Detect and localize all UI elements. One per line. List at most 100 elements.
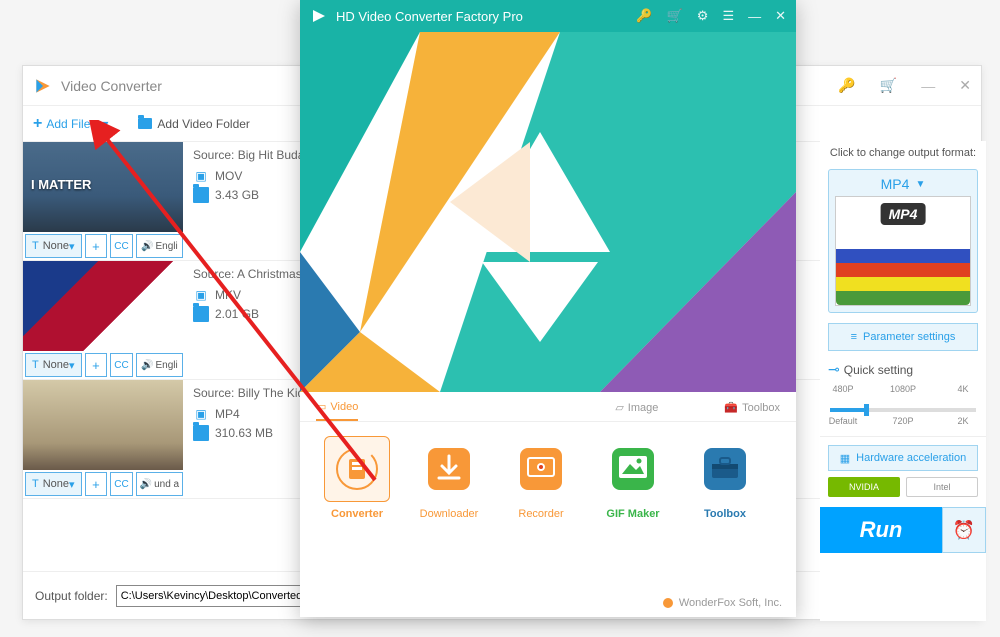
format-badge: MP4 [881, 203, 926, 225]
output-folder-input[interactable] [116, 585, 316, 607]
video-thumbnail[interactable] [23, 380, 183, 470]
list-icon[interactable]: ☰ [722, 8, 734, 24]
size-value: 310.63 MB [215, 426, 273, 440]
track-value: None [43, 359, 69, 371]
image-icon: ▱ [615, 401, 623, 414]
tile-gifmaker[interactable]: GIF Maker [592, 436, 674, 520]
format-preview-image: MP4 [835, 196, 971, 306]
format-icon: ▣ [193, 168, 209, 184]
add-track-button[interactable]: + [85, 472, 108, 496]
add-track-button[interactable]: + [85, 353, 108, 377]
audio-label: und a [154, 479, 179, 490]
nvidia-badge[interactable]: NVIDIA [828, 477, 900, 497]
tab-label: Toolbox [742, 402, 780, 414]
parameter-settings-button[interactable]: ≡ Parameter settings [828, 323, 978, 351]
audio-select[interactable]: 🔊Engli [136, 234, 183, 258]
chip-icon: ▦ [840, 452, 850, 465]
tile-label: Converter [316, 508, 398, 520]
resolution-slider[interactable] [830, 408, 976, 412]
param-label: Parameter settings [863, 331, 955, 343]
output-format-card[interactable]: MP4▼ MP4 [828, 169, 978, 313]
add-folder-label: Add Video Folder [157, 117, 250, 131]
tab-label: Video [330, 401, 358, 413]
size-icon [193, 187, 209, 203]
tab-video[interactable]: ▭ Video [316, 400, 358, 421]
key-icon[interactable]: 🔑 [636, 8, 652, 24]
run-button[interactable]: Run [820, 507, 942, 553]
size-icon [193, 425, 209, 441]
bullet-icon: ⊸ [828, 361, 840, 378]
alarm-button[interactable]: ⏰ [942, 507, 986, 553]
thumb-overlay-text: I MATTER [31, 177, 91, 192]
add-files-button[interactable]: + Add Files [33, 115, 96, 133]
video-thumbnail[interactable]: I MATTER [23, 142, 183, 232]
cc-button[interactable]: CC [110, 472, 133, 496]
launcher-window: HD Video Converter Factory Pro 🔑 🛒 ⚙ ☰ —… [300, 0, 796, 617]
gear-icon[interactable]: ⚙ [697, 8, 709, 24]
track-select[interactable]: T None ▾ [25, 472, 82, 496]
track-value: None [43, 240, 69, 252]
audio-label: Engli [155, 241, 177, 252]
format-label: MP4 [881, 176, 910, 192]
output-folder-label: Output folder: [35, 589, 108, 603]
quick-setting: ⊸Quick setting 480P 1080P 4K Default 720… [820, 361, 986, 437]
front-footer: WonderFox Soft, Inc. [662, 597, 782, 609]
tile-downloader[interactable]: Downloader [408, 436, 490, 520]
launcher-tiles: Converter Downloader Recorder GIF Maker … [300, 422, 796, 524]
track-select[interactable]: T None ▾ [25, 353, 82, 377]
plus-icon: + [33, 115, 42, 133]
quick-setting-label: Quick setting [844, 363, 913, 377]
tab-toolbox[interactable]: 🧰 Toolbox [724, 400, 780, 421]
audio-label: Engli [155, 360, 177, 371]
tile-label: Toolbox [684, 508, 766, 520]
add-video-folder-button[interactable]: Add Video Folder [138, 117, 250, 131]
audio-select[interactable]: 🔊und a [136, 472, 183, 496]
cart-icon[interactable]: 🛒 [880, 77, 897, 94]
cart-icon[interactable]: 🛒 [667, 8, 683, 24]
res-mark: 720P [888, 416, 918, 426]
tile-label: Recorder [500, 508, 582, 520]
hardware-acceleration-button[interactable]: ▦ Hardware acceleration [828, 445, 978, 471]
cc-button[interactable]: CC [110, 353, 133, 377]
res-mark: 1080P [888, 384, 918, 394]
output-format-title[interactable]: Click to change output format: [820, 141, 986, 165]
tab-image[interactable]: ▱Image [615, 400, 658, 421]
folder-icon [138, 118, 152, 129]
add-files-label: Add Files [46, 117, 96, 131]
res-mark: Default [828, 416, 858, 426]
intel-badge[interactable]: Intel [906, 477, 978, 497]
slider-handle[interactable] [864, 404, 869, 416]
tile-converter[interactable]: Converter [316, 436, 398, 520]
format-value: MOV [215, 169, 242, 183]
app-logo-icon [310, 7, 328, 25]
video-thumbnail[interactable] [23, 261, 183, 351]
launcher-hero [300, 32, 796, 392]
minimize-button[interactable]: — [748, 9, 761, 24]
size-icon [193, 306, 209, 322]
track-value: None [43, 478, 69, 490]
front-titlebar: HD Video Converter Factory Pro 🔑 🛒 ⚙ ☰ —… [300, 0, 796, 32]
tile-toolbox[interactable]: Toolbox [684, 436, 766, 520]
toolbox-icon: 🧰 [724, 401, 738, 414]
format-icon: ▣ [193, 287, 209, 303]
add-track-button[interactable]: + [85, 234, 108, 258]
add-files-dropdown[interactable]: ▾ [102, 117, 108, 131]
format-icon: ▣ [193, 406, 209, 422]
tile-recorder[interactable]: Recorder [500, 436, 582, 520]
cc-button[interactable]: CC [110, 234, 133, 258]
launcher-tabs: ▭ Video ▱Image 🧰 Toolbox [300, 392, 796, 422]
close-button[interactable]: ✕ [959, 77, 971, 94]
format-value: MP4 [215, 407, 240, 421]
key-icon[interactable]: 🔑 [838, 77, 855, 94]
size-value: 3.43 GB [215, 188, 259, 202]
video-icon: ▭ [316, 400, 326, 413]
size-value: 2.01 GB [215, 307, 259, 321]
close-button[interactable]: ✕ [775, 8, 786, 24]
output-panel: Click to change output format: MP4▼ MP4 … [820, 141, 986, 621]
audio-select[interactable]: 🔊Engli [136, 353, 183, 377]
track-select[interactable]: T None ▾ [25, 234, 82, 258]
minimize-button[interactable]: — [921, 78, 935, 94]
tile-label: GIF Maker [592, 508, 674, 520]
front-window-title: HD Video Converter Factory Pro [336, 9, 636, 24]
sliders-icon: ≡ [851, 331, 857, 343]
